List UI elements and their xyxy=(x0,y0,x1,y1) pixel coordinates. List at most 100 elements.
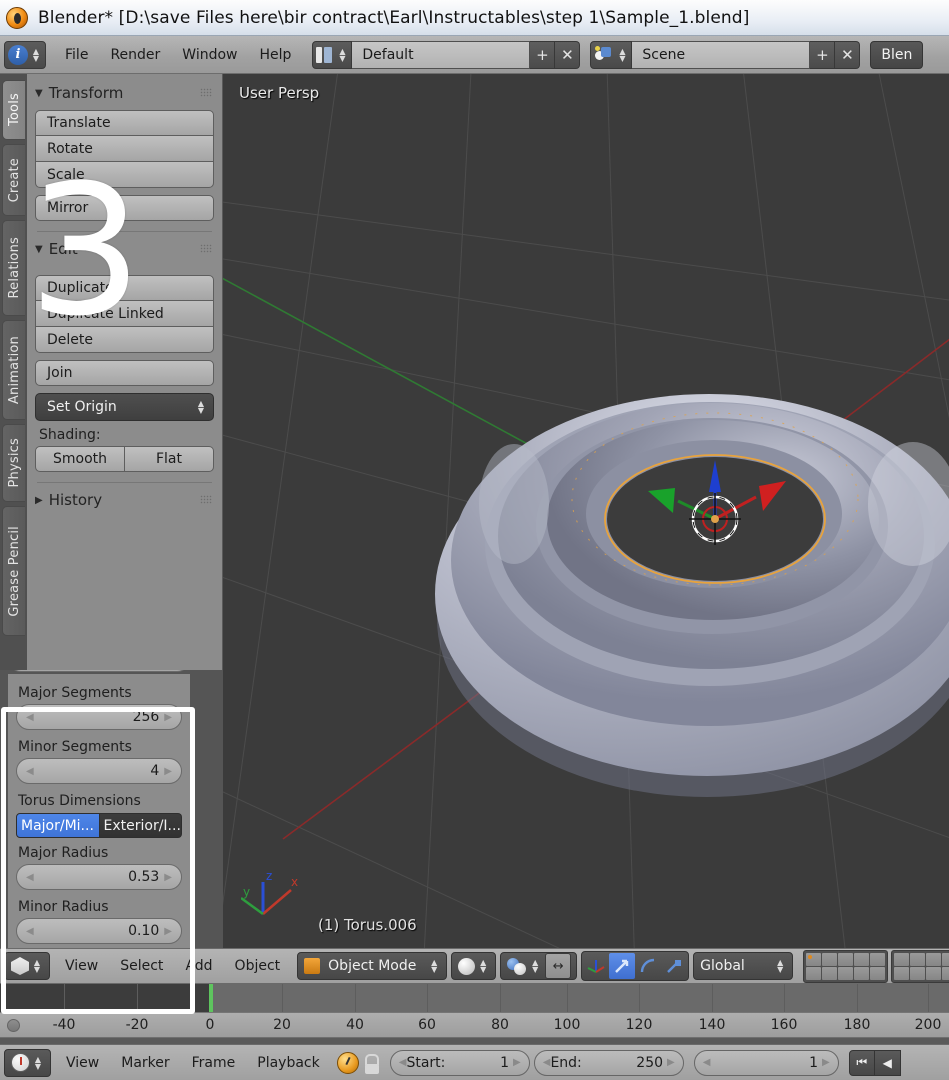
pivot-point-dropdown[interactable]: ▲ ▼ ↔ xyxy=(500,952,578,980)
timeline-menu-marker[interactable]: Marker xyxy=(110,1048,180,1078)
exterior-interior-option[interactable]: Exterior/I... xyxy=(99,813,182,838)
major-minor-option[interactable]: Major/Mi... xyxy=(16,813,100,838)
rotate-manipulator-icon[interactable] xyxy=(635,953,661,979)
snap-icon[interactable]: ↔ xyxy=(545,953,572,979)
set-origin-dropdown[interactable]: Set Origin ▲ ▼ xyxy=(35,393,214,421)
translate-manipulator-icon[interactable] xyxy=(609,953,636,979)
add-screen-layout-button[interactable]: + xyxy=(530,40,556,69)
major-radius-field[interactable]: ◀ 0.53 ▶ xyxy=(16,864,182,890)
decrement-arrow-icon[interactable]: ◀ xyxy=(26,872,34,883)
sidebar-tab-relations[interactable]: Relations xyxy=(2,220,25,316)
scene-spinner[interactable]: ▲ ▼ xyxy=(616,47,628,62)
end-frame-field[interactable]: ◀ End: 250 ▶ xyxy=(533,1049,684,1076)
edit-panel-header[interactable]: ▼ Edit xyxy=(35,236,214,262)
shade-flat-button[interactable]: Flat xyxy=(125,446,214,472)
layer-cell xyxy=(910,952,926,966)
minor-radius-field[interactable]: ◀ 0.10 ▶ xyxy=(16,918,182,944)
editor-type-spinner[interactable]: ▲ ▼ xyxy=(32,1055,44,1070)
sidebar-tab-physics[interactable]: Physics xyxy=(2,424,25,502)
history-panel-header[interactable]: ▶ History xyxy=(35,487,214,513)
timeline-menu-frame[interactable]: Frame xyxy=(181,1048,247,1078)
interaction-mode-dropdown[interactable]: Object Mode ▲ ▼ xyxy=(297,952,448,980)
3d-viewport[interactable]: User Persp (1) Torus.006 z x y xyxy=(223,74,949,948)
timeline-editor[interactable]: -40 -20 0 20 40 60 80 100 120 140 160 18… xyxy=(0,984,949,1044)
start-frame-field[interactable]: ◀ Start: 1 ▶ xyxy=(389,1049,530,1076)
viewport-menu-select[interactable]: Select xyxy=(109,951,174,981)
increment-arrow-icon[interactable]: ▶ xyxy=(667,1057,675,1068)
mirror-group: Mirror xyxy=(35,195,214,221)
join-button[interactable]: Join xyxy=(35,360,214,386)
editor-type-selector[interactable]: i ▲ ▼ xyxy=(4,40,46,69)
minor-segments-field[interactable]: ◀ 4 ▶ xyxy=(16,758,182,784)
viewport-menu-object[interactable]: Object xyxy=(224,951,292,981)
increment-arrow-icon[interactable]: ▶ xyxy=(164,926,172,937)
increment-arrow-icon[interactable]: ▶ xyxy=(822,1057,830,1068)
menu-help[interactable]: Help xyxy=(248,40,302,70)
start-frame-label: Start: xyxy=(406,1054,446,1071)
editor-type-button[interactable]: ▲ ▼ xyxy=(4,952,50,980)
decrement-arrow-icon[interactable]: ◀ xyxy=(26,926,34,937)
menu-window[interactable]: Window xyxy=(171,40,248,70)
duplicate-linked-button[interactable]: Duplicate Linked xyxy=(35,301,214,327)
layer-cell xyxy=(926,966,942,980)
decrement-arrow-icon[interactable]: ◀ xyxy=(543,1057,551,1068)
screen-layout-spinner[interactable]: ▲ ▼ xyxy=(336,47,348,62)
current-frame-field[interactable]: ◀ 1 ▶ xyxy=(693,1049,839,1076)
auto-keyframe-icon[interactable] xyxy=(336,1051,359,1074)
increment-arrow-icon[interactable]: ▶ xyxy=(164,766,172,777)
timeline-editor-type-button[interactable]: ▲ ▼ xyxy=(4,1048,51,1077)
decrement-arrow-icon[interactable]: ◀ xyxy=(26,766,34,777)
decrement-arrow-icon[interactable]: ◀ xyxy=(399,1057,407,1068)
clipped-field[interactable]: ◀ 2. ▶ xyxy=(8,670,190,672)
scene-name[interactable]: Scene xyxy=(632,40,811,69)
viewport-menu-view[interactable]: View xyxy=(54,951,109,981)
shade-smooth-button[interactable]: Smooth xyxy=(35,446,125,472)
menu-render[interactable]: Render xyxy=(99,40,171,70)
layer-selector[interactable] xyxy=(803,949,949,983)
lock-icon[interactable] xyxy=(362,1052,382,1074)
prev-keyframe-icon[interactable]: ◀ xyxy=(874,1049,901,1076)
rotate-button[interactable]: Rotate xyxy=(35,136,214,162)
timeline-menu-view[interactable]: View xyxy=(55,1048,110,1078)
major-segments-field[interactable]: ◀ 256 ▶ xyxy=(16,704,182,730)
viewport-shading-dropdown[interactable]: ▲ ▼ xyxy=(451,952,497,980)
jump-to-start-icon[interactable]: ⏮ xyxy=(848,1049,875,1076)
increment-arrow-icon[interactable]: ▶ xyxy=(164,872,172,883)
editor-type-spinner[interactable]: ▲ ▼ xyxy=(31,959,43,974)
scale-manipulator-icon[interactable] xyxy=(661,953,687,979)
decrement-arrow-icon[interactable]: ◀ xyxy=(703,1057,711,1068)
delete-button[interactable]: Delete xyxy=(35,327,214,353)
translate-button[interactable]: Translate xyxy=(35,110,214,136)
viewport-menu-add[interactable]: Add xyxy=(174,951,223,981)
manipulator-icon[interactable] xyxy=(583,953,609,979)
scene-button[interactable]: ▲ ▼ xyxy=(590,40,633,69)
screen-layout-name[interactable]: Default xyxy=(352,40,531,69)
minor-segments-label: Minor Segments xyxy=(18,739,132,755)
sidebar-tab-grease-pencil[interactable]: Grease Pencil xyxy=(2,506,25,636)
duplicate-button[interactable]: Duplicate xyxy=(35,275,214,301)
timeline-scroll-knob[interactable] xyxy=(7,1019,20,1032)
screen-layout-button[interactable]: ▲ ▼ xyxy=(312,40,353,69)
sidebar-tab-animation[interactable]: Animation xyxy=(2,320,25,420)
sidebar-tab-create[interactable]: Create xyxy=(2,144,25,216)
menu-file[interactable]: File xyxy=(54,40,99,70)
editor-type-spinner[interactable]: ▲ ▼ xyxy=(30,47,42,62)
add-scene-button[interactable]: + xyxy=(810,40,836,69)
mirror-button[interactable]: Mirror xyxy=(35,195,214,221)
timeline-menu-playback[interactable]: Playback xyxy=(246,1048,330,1078)
layer-grid-top[interactable] xyxy=(803,949,889,983)
transform-orientation-dropdown[interactable]: Global ▲ ▼ xyxy=(693,952,794,980)
layer-grid-bottom[interactable] xyxy=(891,949,949,983)
decrement-arrow-icon[interactable]: ◀ xyxy=(26,712,34,723)
increment-arrow-icon[interactable]: ▶ xyxy=(164,712,172,723)
timeline-scale[interactable]: -40 -20 0 20 40 60 80 100 120 140 160 18… xyxy=(0,1012,949,1038)
scale-button[interactable]: Scale xyxy=(35,162,214,188)
increment-arrow-icon[interactable]: ▶ xyxy=(513,1057,521,1068)
delete-screen-layout-button[interactable]: ✕ xyxy=(555,40,581,69)
transform-panel-header[interactable]: ▼ Transform xyxy=(35,80,214,106)
viewport-canvas xyxy=(223,74,949,948)
sidebar-tab-tools[interactable]: Tools xyxy=(2,80,25,140)
playhead-marker[interactable] xyxy=(209,984,213,1012)
delete-scene-button[interactable]: ✕ xyxy=(835,40,861,69)
timeline-track[interactable] xyxy=(0,984,949,1012)
